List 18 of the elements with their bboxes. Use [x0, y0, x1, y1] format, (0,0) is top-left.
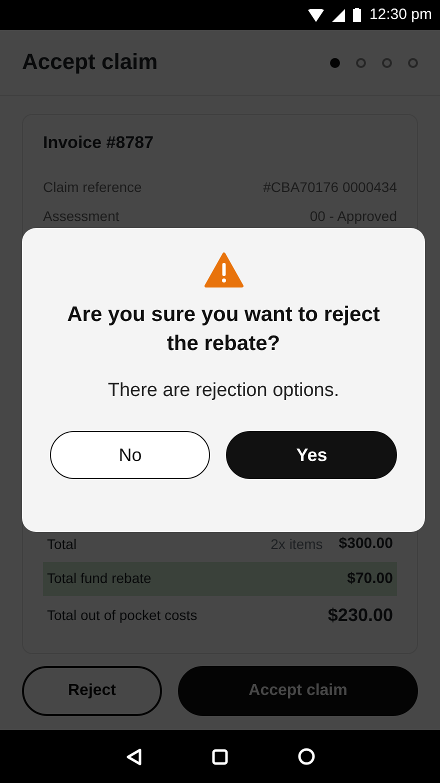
- screen-title: Accept claim: [22, 49, 158, 76]
- status-time: 12:30 pm: [369, 4, 432, 25]
- dialog-message: There are rejection options.: [106, 378, 340, 403]
- total-label: Total out of pocket costs: [47, 606, 198, 625]
- back-icon[interactable]: [126, 748, 142, 766]
- wifi-icon: [308, 8, 324, 22]
- total-value: $300.00: [338, 534, 393, 554]
- signal-icon: [332, 8, 346, 22]
- total-value: $230.00: [328, 604, 393, 627]
- warning-icon: [204, 252, 244, 288]
- invoice-title: Invoice #8787: [43, 133, 155, 154]
- total-label: Total: [47, 534, 77, 554]
- dialog-title: Are you sure you want to reject the rebate?: [66, 302, 381, 358]
- circle-icon[interactable]: [298, 748, 314, 765]
- battery-icon: [353, 8, 362, 22]
- cancel-button[interactable]: No: [50, 431, 210, 480]
- confirm-button[interactable]: Yes: [226, 431, 397, 480]
- home-square-icon[interactable]: [212, 748, 228, 764]
